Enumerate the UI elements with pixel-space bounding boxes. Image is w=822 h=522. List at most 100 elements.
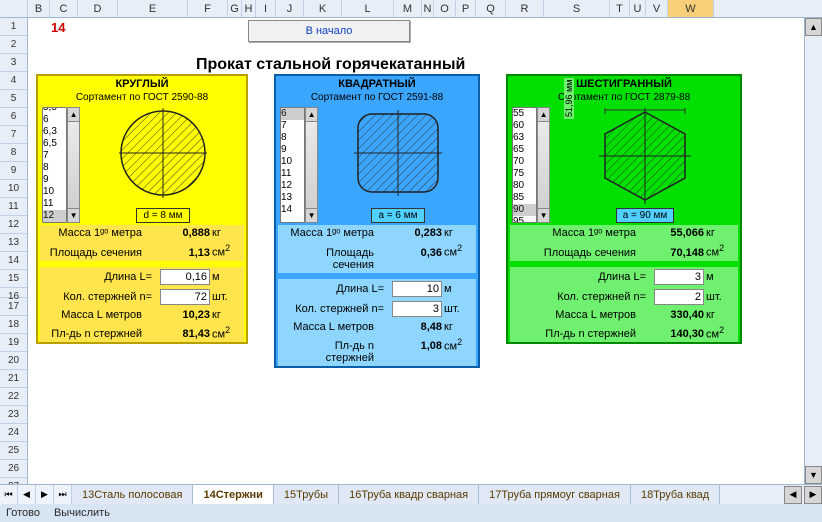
row-22[interactable]: 22	[0, 388, 27, 406]
row-24[interactable]: 24	[0, 424, 27, 442]
row-4[interactable]: 4	[0, 72, 27, 90]
col-G[interactable]: G	[228, 0, 242, 17]
square-scrollbar[interactable]: ▲ ▼	[305, 107, 318, 223]
sheet-tab[interactable]: 17Труба прямоуг сварная	[479, 485, 631, 504]
col-R[interactable]: R	[506, 0, 544, 17]
hex-length-input[interactable]	[654, 269, 704, 285]
hex-scrollbar[interactable]: ▲ ▼	[537, 107, 550, 223]
circle-scrollbar[interactable]: ▲ ▼	[67, 107, 80, 223]
scroll-up-icon[interactable]: ▲	[538, 108, 549, 122]
row-14[interactable]: 14	[0, 252, 27, 270]
circle-count-input[interactable]	[160, 289, 210, 305]
v: 140,30	[644, 328, 704, 340]
scroll-left-icon[interactable]: ◀	[784, 486, 802, 504]
col-L[interactable]: L	[342, 0, 394, 17]
square-dimension-label: a = 6 мм	[371, 208, 424, 223]
vertical-scrollbar[interactable]: ▲ ▼	[804, 18, 822, 484]
row-9[interactable]: 9	[0, 162, 27, 180]
tab-nav-last-icon[interactable]: ⏭	[54, 485, 72, 504]
col-J[interactable]: J	[276, 0, 304, 17]
row-17[interactable]: 17	[0, 298, 27, 316]
col-W[interactable]: W	[668, 0, 714, 17]
col-V[interactable]: V	[646, 0, 668, 17]
sheet-tab[interactable]: 14Стержни	[193, 485, 273, 504]
panel-circle-subtitle: Сортамент по ГОСТ 2590-88	[38, 92, 246, 105]
row-1[interactable]: 1	[0, 18, 27, 36]
square-size-list[interactable]: 67891011121314	[280, 107, 305, 223]
col-C[interactable]: C	[50, 0, 78, 17]
row-12[interactable]: 12	[0, 216, 27, 234]
col-Q[interactable]: Q	[476, 0, 506, 17]
col-N[interactable]: N	[422, 0, 434, 17]
scroll-down-icon[interactable]: ▼	[306, 208, 317, 222]
row-26[interactable]: 26	[0, 460, 27, 478]
scroll-up-icon[interactable]: ▲	[68, 108, 79, 122]
u: кг	[704, 227, 732, 239]
scroll-up-icon[interactable]: ▲	[306, 108, 317, 122]
hex-side-dimension: 51,96 мм	[564, 78, 574, 119]
row-2[interactable]: 2	[0, 36, 27, 54]
sheet-tab[interactable]: 13Сталь полосовая	[72, 485, 193, 504]
sheet-tab[interactable]: 15Трубы	[274, 485, 339, 504]
scroll-up-icon[interactable]: ▲	[805, 18, 822, 36]
sheet-tab[interactable]: 16Труба квадр сварная	[339, 485, 479, 504]
u: шт.	[210, 291, 238, 303]
row-25[interactable]: 25	[0, 442, 27, 460]
v: 0,283	[382, 227, 442, 239]
square-length-input[interactable]	[392, 281, 442, 297]
l: Масса 1ᵍᵒ метра	[516, 227, 644, 239]
scroll-down-icon[interactable]: ▼	[68, 208, 79, 222]
tab-nav-next-icon[interactable]: ▶	[36, 485, 54, 504]
row-13[interactable]: 13	[0, 234, 27, 252]
hex-count-input[interactable]	[654, 289, 704, 305]
square-count-input[interactable]	[392, 301, 442, 317]
tab-nav-first-icon[interactable]: ⏮	[0, 485, 18, 504]
scroll-right-icon[interactable]: ▶	[804, 486, 822, 504]
col-S[interactable]: S	[544, 0, 610, 17]
col-I[interactable]: I	[256, 0, 276, 17]
col-U[interactable]: U	[630, 0, 646, 17]
row-18[interactable]: 18	[0, 316, 27, 334]
row-20[interactable]: 20	[0, 352, 27, 370]
status-calc[interactable]: Вычислить	[54, 507, 110, 519]
sheet-tab[interactable]: 18Труба квад	[631, 485, 720, 504]
scroll-down-icon[interactable]: ▼	[538, 208, 549, 222]
row-7[interactable]: 7	[0, 126, 27, 144]
cell-b1[interactable]: 14	[51, 20, 65, 35]
col-P[interactable]: P	[456, 0, 476, 17]
scroll-down-icon[interactable]: ▼	[805, 466, 822, 484]
l: Масса L метров	[284, 321, 382, 333]
circle-size-list[interactable]: 5,566,36,5789101112	[42, 107, 67, 223]
col-D[interactable]: D	[78, 0, 118, 17]
col-O[interactable]: O	[434, 0, 456, 17]
row-8[interactable]: 8	[0, 144, 27, 162]
row-23[interactable]: 23	[0, 406, 27, 424]
status-ready: Готово	[6, 507, 40, 519]
col-F[interactable]: F	[188, 0, 228, 17]
col-E[interactable]: E	[118, 0, 188, 17]
col-T[interactable]: T	[610, 0, 630, 17]
horizontal-scrollbar[interactable]: ◀ ▶	[720, 485, 822, 504]
row-16[interactable]: 16	[0, 288, 27, 298]
start-button[interactable]: В начало	[248, 20, 410, 42]
row-15[interactable]: 15	[0, 270, 27, 288]
l: Масса 1ᵍᵒ метра	[284, 227, 382, 239]
col-B[interactable]: B	[28, 0, 50, 17]
row-21[interactable]: 21	[0, 370, 27, 388]
tab-nav-prev-icon[interactable]: ◀	[18, 485, 36, 504]
row-11[interactable]: 11	[0, 198, 27, 216]
row-3[interactable]: 3	[0, 54, 27, 72]
col-H[interactable]: H	[242, 0, 256, 17]
row-10[interactable]: 10	[0, 180, 27, 198]
row-19[interactable]: 19	[0, 334, 27, 352]
u: м	[442, 283, 470, 295]
circle-length-input[interactable]	[160, 269, 210, 285]
col-M[interactable]: M	[394, 0, 422, 17]
hex-size-list[interactable]: 55606365707580859095	[512, 107, 537, 223]
col-K[interactable]: K	[304, 0, 342, 17]
row-5[interactable]: 5	[0, 90, 27, 108]
u: кг	[210, 227, 238, 239]
row-6[interactable]: 6	[0, 108, 27, 126]
u: см2	[442, 337, 470, 353]
u: кг	[442, 227, 470, 239]
